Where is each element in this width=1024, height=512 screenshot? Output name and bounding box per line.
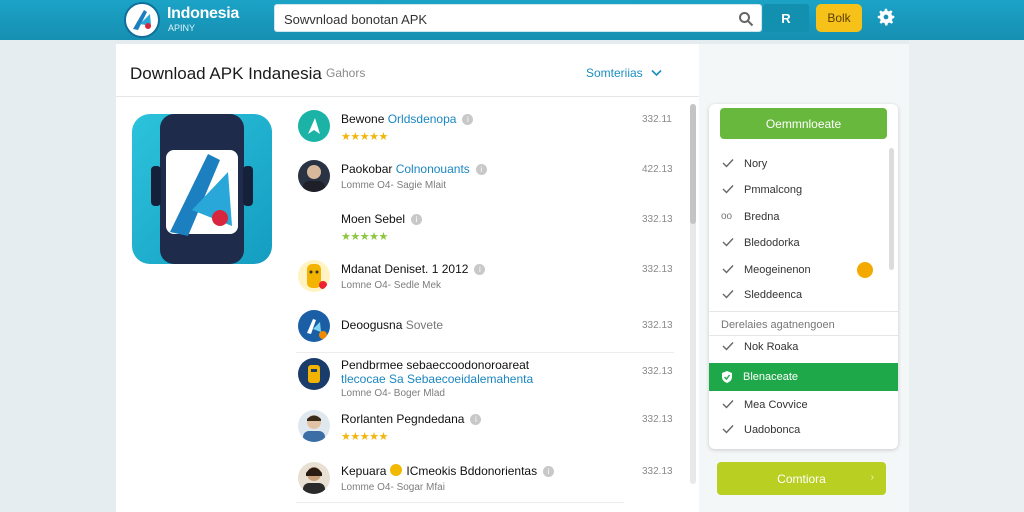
list-item-size: 332.13 [642,414,673,425]
notification-dot [857,262,873,278]
rating-stars: ★★★★★ [341,431,388,443]
info-icon: i [470,414,482,425]
list-item-meta: Lomme O4- Sogar Mfai [341,482,445,493]
page-subtitle: Gahors [326,66,366,80]
dropdown-item[interactable]: oo Bredna [709,206,898,230]
chevron-down-icon [651,69,662,77]
user-avatar [298,410,330,442]
list-item-title: Moen Sebel i [341,212,423,226]
list-item[interactable]: Moen Sebel i ★★★★★ 332.13 [296,208,674,258]
check-icon [722,290,734,299]
list-item-size: 332.13 [642,366,673,377]
info-icon: i [462,114,474,125]
top-bar: Indonesia APINY R Bolk [0,0,1024,40]
dropdown-item[interactable]: Mea Covvice [709,394,898,418]
dropdown-item[interactable]: Nory [709,153,898,177]
dropdown-item[interactable]: Uadobonca [709,419,898,443]
user-avatar [298,160,330,192]
info-icon: i [474,264,486,275]
search-button[interactable]: R [763,4,809,32]
list-item[interactable]: Kepuara ICmeokis Bddonorientas i Lomme O4-… [296,460,674,510]
app-avatar [298,358,330,390]
check-icon [722,425,734,434]
check-icon [722,159,734,168]
list-item-size: 332.13 [642,320,673,331]
dropdown-section-label: Derelaies agatnengoen [721,319,835,331]
info-icon: i [475,164,487,175]
info-icon: i [411,214,423,225]
list-item-title: Deoogusna Sovete [341,318,444,332]
list-item[interactable]: Rorlanten Pegndedana i ★★★★★ 332.13 [296,408,674,458]
header-divider [116,96,699,97]
brand-subtitle: APINY [168,23,196,33]
list-item-size: 422.13 [642,164,673,175]
app-avatar [298,310,330,342]
list-item-size: 332.13 [642,466,673,477]
dropdown-item[interactable]: Nok Roaka [709,336,898,360]
list-item[interactable]: Paokobar Colnonouants i Lomme O4- Sagie M… [296,158,674,208]
brand-name: Indonesia [167,5,239,22]
list-item-meta: Lomne O4- Boger Mlad [341,388,445,399]
row-divider [296,502,624,503]
check-icon [722,400,734,409]
check-icon [722,342,734,351]
app-icon[interactable] [132,114,272,264]
check-icon [722,265,734,274]
confirm-label: Comtiora [777,471,826,486]
search-input[interactable] [284,9,724,29]
bullet-icon: oo [721,211,733,222]
brand-logo-icon[interactable] [124,2,160,38]
info-icon: i [543,466,555,477]
list-item-title: Pendbrmee sebaeccoodonoroareat [341,358,530,372]
chevron-right-icon: › [870,472,874,483]
list-item-title: Paokobar Colnonouants i [341,162,487,176]
dropdown-divider [709,311,898,312]
list-item[interactable]: Mdanat Deniset. 1 2012 i Lomne O4- Sedle … [296,258,674,308]
list-item-meta: Lomne O4- Sedle Mek [341,280,442,291]
dropdown-item[interactable]: Bledodorka [709,232,898,256]
list-item-meta: Lomme O4- Sagie Mlait [341,180,447,191]
download-button[interactable]: Oemmnloeate [720,108,887,139]
list-item-title: Kepuara ICmeokis Bddonorientas i [341,464,555,478]
page-title: Download APK Indanesia [130,64,322,83]
main-panel: Download APK Indanesia Gahors Somteriias… [116,44,699,512]
dropdown-item-selected[interactable]: Blenaceate [709,363,898,391]
user-avatar [298,462,330,494]
list-item-size: 332.13 [642,214,673,225]
list-item-subtitle: tlecocae Sa Sebaecoeidalemahenta [341,372,534,386]
gear-icon[interactable] [875,6,897,28]
list-item-title: Mdanat Deniset. 1 2012 i [341,262,486,276]
list-item-size: 332.11 [642,114,672,125]
app-avatar [298,110,330,142]
app-avatar [298,260,330,292]
check-icon [722,238,734,247]
list-item-size: 332.13 [642,264,673,275]
login-button[interactable]: Bolk [816,4,862,32]
page-right-margin [909,40,1024,512]
sort-label: Somteriias [586,66,643,80]
dropdown-item[interactable]: Pmmalcong [709,179,898,203]
search-icon[interactable] [738,11,754,27]
sort-dropdown[interactable]: Somteriias [586,66,662,80]
page-left-margin [0,40,116,512]
dropdown-scrollbar[interactable] [889,148,894,270]
rating-stars: ★★★★★ [341,131,388,143]
list-scrollbar[interactable] [690,104,696,484]
shield-icon [722,371,732,383]
dropdown-item[interactable]: Sleddeenca [709,284,898,308]
list-item-title: Bewone Orldsdenopa i [341,112,474,126]
list-item[interactable]: Bewone Orldsdenopa i ★★★★★ 332.11 [296,108,674,158]
dropdown-item[interactable]: Meogeinenon [709,259,898,283]
rating-stars: ★★★★★ [341,231,388,243]
row-divider [296,352,674,353]
filter-dropdown: Oemmnloeate Nory Pmmalcong oo Bredna Ble… [709,104,898,449]
list-item-title: Rorlanten Pegndedana i [341,412,482,426]
search-box [274,4,762,32]
list-item[interactable]: Pendbrmee sebaeccoodonoroareat tlecocae … [296,356,674,412]
confirm-button[interactable]: Comtiora › [717,462,886,495]
list-item[interactable]: Deoogusna Sovete 332.13 [296,308,674,353]
scrollbar-thumb[interactable] [690,104,696,224]
coin-icon [390,464,403,476]
check-icon [722,185,734,194]
